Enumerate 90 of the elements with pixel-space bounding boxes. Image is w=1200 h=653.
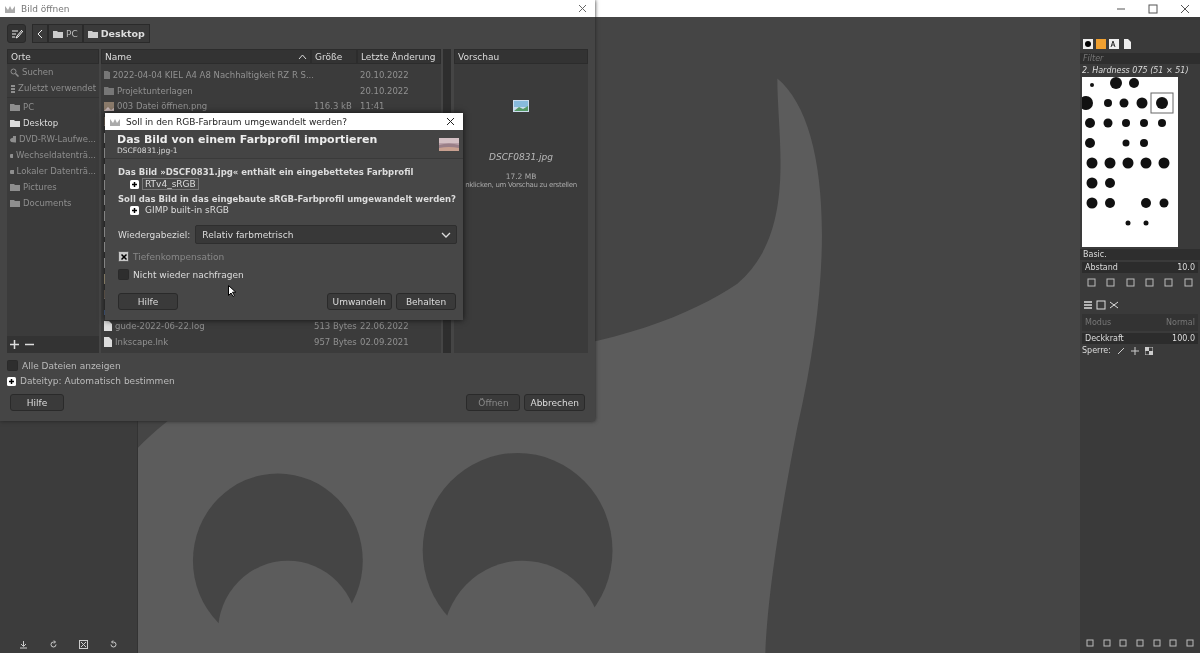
file-name[interactable]: 003 Datei öffnen.png <box>117 101 208 112</box>
profile-question: Soll das Bild in das eingebaute sRGB-Farbprofil umgewandelt werden? <box>118 194 457 204</box>
file-name[interactable]: gude-2022-06-22.log <box>115 320 205 331</box>
checkbox[interactable] <box>7 360 18 371</box>
dialog-title: Soll in den RGB-Farbraum umgewandelt werden? <box>126 116 348 127</box>
dialog-button[interactable]: Abbrechen <box>524 394 585 411</box>
document-icon <box>104 336 112 347</box>
document-icon[interactable] <box>1122 39 1132 49</box>
dialog-button[interactable]: Umwandeln <box>326 293 392 310</box>
sort-icon <box>298 53 307 60</box>
column-header[interactable]: Letzte Änderung <box>357 49 441 64</box>
add-icon[interactable] <box>10 340 19 349</box>
edit-path-button[interactable] <box>7 24 26 43</box>
expander-label[interactable]: Dateityp: Automatisch bestimmen <box>20 376 175 386</box>
place-item[interactable]: DVD-RW-Laufwe... <box>7 131 99 147</box>
place-item[interactable]: Lokaler Datenträ... <box>7 163 99 179</box>
layers-icon[interactable] <box>1083 300 1093 310</box>
file-name[interactable]: Inkscape.lnk <box>115 336 169 347</box>
intent-label: Wiedergabeziel: <box>118 229 191 240</box>
image-icon <box>513 100 529 112</box>
file-size: 513 Bytes <box>314 320 357 331</box>
expander-icon[interactable] <box>130 179 139 189</box>
chevron-icon <box>441 231 451 238</box>
checker-icon[interactable] <box>1144 346 1153 355</box>
file-name[interactable]: 2022-04-04 KIEL A4 A8 Nachhaltigkeit RZ R S... <box>112 69 314 80</box>
image-icon <box>104 101 114 111</box>
delete-icon[interactable] <box>79 640 89 649</box>
expander-label[interactable]: GIMP built-in sRGB <box>142 205 233 215</box>
column-header[interactable]: Größe <box>311 49 357 64</box>
disc-drive-icon <box>10 135 16 143</box>
channels-icon[interactable] <box>1096 300 1106 310</box>
file-size: 116.3 kB <box>314 101 352 112</box>
edit-icon <box>10 27 23 40</box>
checkbox-label: Tiefenkompensation <box>133 251 225 262</box>
file-date: 20.10.2022 <box>360 69 409 80</box>
font-icon[interactable] <box>1109 39 1119 49</box>
path-button[interactable]: PC <box>48 24 83 43</box>
dialog-button[interactable]: Hilfe <box>118 293 178 310</box>
preview-filename: DSCF0831.jpg <box>489 152 553 162</box>
search-icon <box>10 67 19 77</box>
path-button[interactable]: Desktop <box>82 24 150 43</box>
place-item[interactable]: Zuletzt verwendet <box>7 80 99 96</box>
pointer-icon <box>228 285 236 297</box>
lock-label: Sperre: <box>1082 346 1111 355</box>
dialog-button[interactable]: Hilfe <box>10 394 64 411</box>
expander-icon[interactable] <box>7 376 16 386</box>
column-header: Vorschau <box>454 49 588 64</box>
dialog-button[interactable]: Behalten <box>396 293 456 310</box>
brush-grid-drawing[interactable] <box>1082 77 1178 247</box>
file-date: 02.09.2021 <box>360 336 409 347</box>
place-item[interactable]: Documents <box>7 195 99 211</box>
intent-dropdown[interactable]: Relativ farbmetrisch <box>195 225 457 244</box>
close-icon[interactable] <box>1180 3 1190 14</box>
checkbox-label: Alle Dateien anzeigen <box>22 360 121 371</box>
brush-icon[interactable] <box>1083 39 1093 49</box>
file-date: 22.06.2022 <box>360 320 409 331</box>
dialog-heading: Das Bild von einem Farbprofil importieren <box>117 133 378 146</box>
file-size: 957 Bytes <box>314 336 357 347</box>
reset-icon[interactable] <box>48 640 58 649</box>
restore-icon[interactable] <box>109 640 119 649</box>
close-icon[interactable] <box>446 117 455 126</box>
folder-icon <box>87 29 98 38</box>
brush-icon[interactable] <box>1116 346 1125 355</box>
back-icon <box>37 28 43 39</box>
brush-set-dropdown[interactable]: Basic. <box>1080 249 1200 260</box>
maximize-icon[interactable] <box>1148 3 1158 14</box>
file-date: 11:41 <box>360 101 385 112</box>
file-name[interactable]: Projektunterlagen <box>117 85 193 96</box>
column-header[interactable]: Name <box>101 49 311 64</box>
checkbox-label: Nicht wieder nachfragen <box>133 269 244 280</box>
brush-name: 2. Hardness 075 (51 × 51) <box>1081 66 1190 75</box>
file-date: 20.10.2022 <box>360 85 409 96</box>
folder-icon <box>53 29 63 38</box>
place-item[interactable]: PC <box>7 99 99 115</box>
column-header[interactable]: Orte <box>7 49 99 64</box>
profile-message: Das Bild »DSCF0831.jpg« enthält ein eingebettetes Farbprofil <box>118 167 415 177</box>
document-icon <box>104 320 112 331</box>
dialog-title: Bild öffnen <box>21 3 70 14</box>
expander-icon[interactable] <box>130 205 139 215</box>
expander-label[interactable]: RTv4_sRGB <box>142 178 199 190</box>
place-item[interactable]: Suchen <box>7 64 99 80</box>
save-icon[interactable] <box>18 640 28 649</box>
back-button[interactable] <box>32 24 48 43</box>
paths-icon[interactable] <box>1109 300 1119 310</box>
place-item[interactable]: Wechseldatenträ... <box>7 147 99 163</box>
place-item[interactable]: Pictures <box>7 179 99 195</box>
place-item[interactable]: Desktop <box>7 115 99 131</box>
checkbox[interactable] <box>118 269 129 280</box>
list-icon <box>10 83 16 93</box>
move-icon[interactable] <box>1130 346 1139 355</box>
